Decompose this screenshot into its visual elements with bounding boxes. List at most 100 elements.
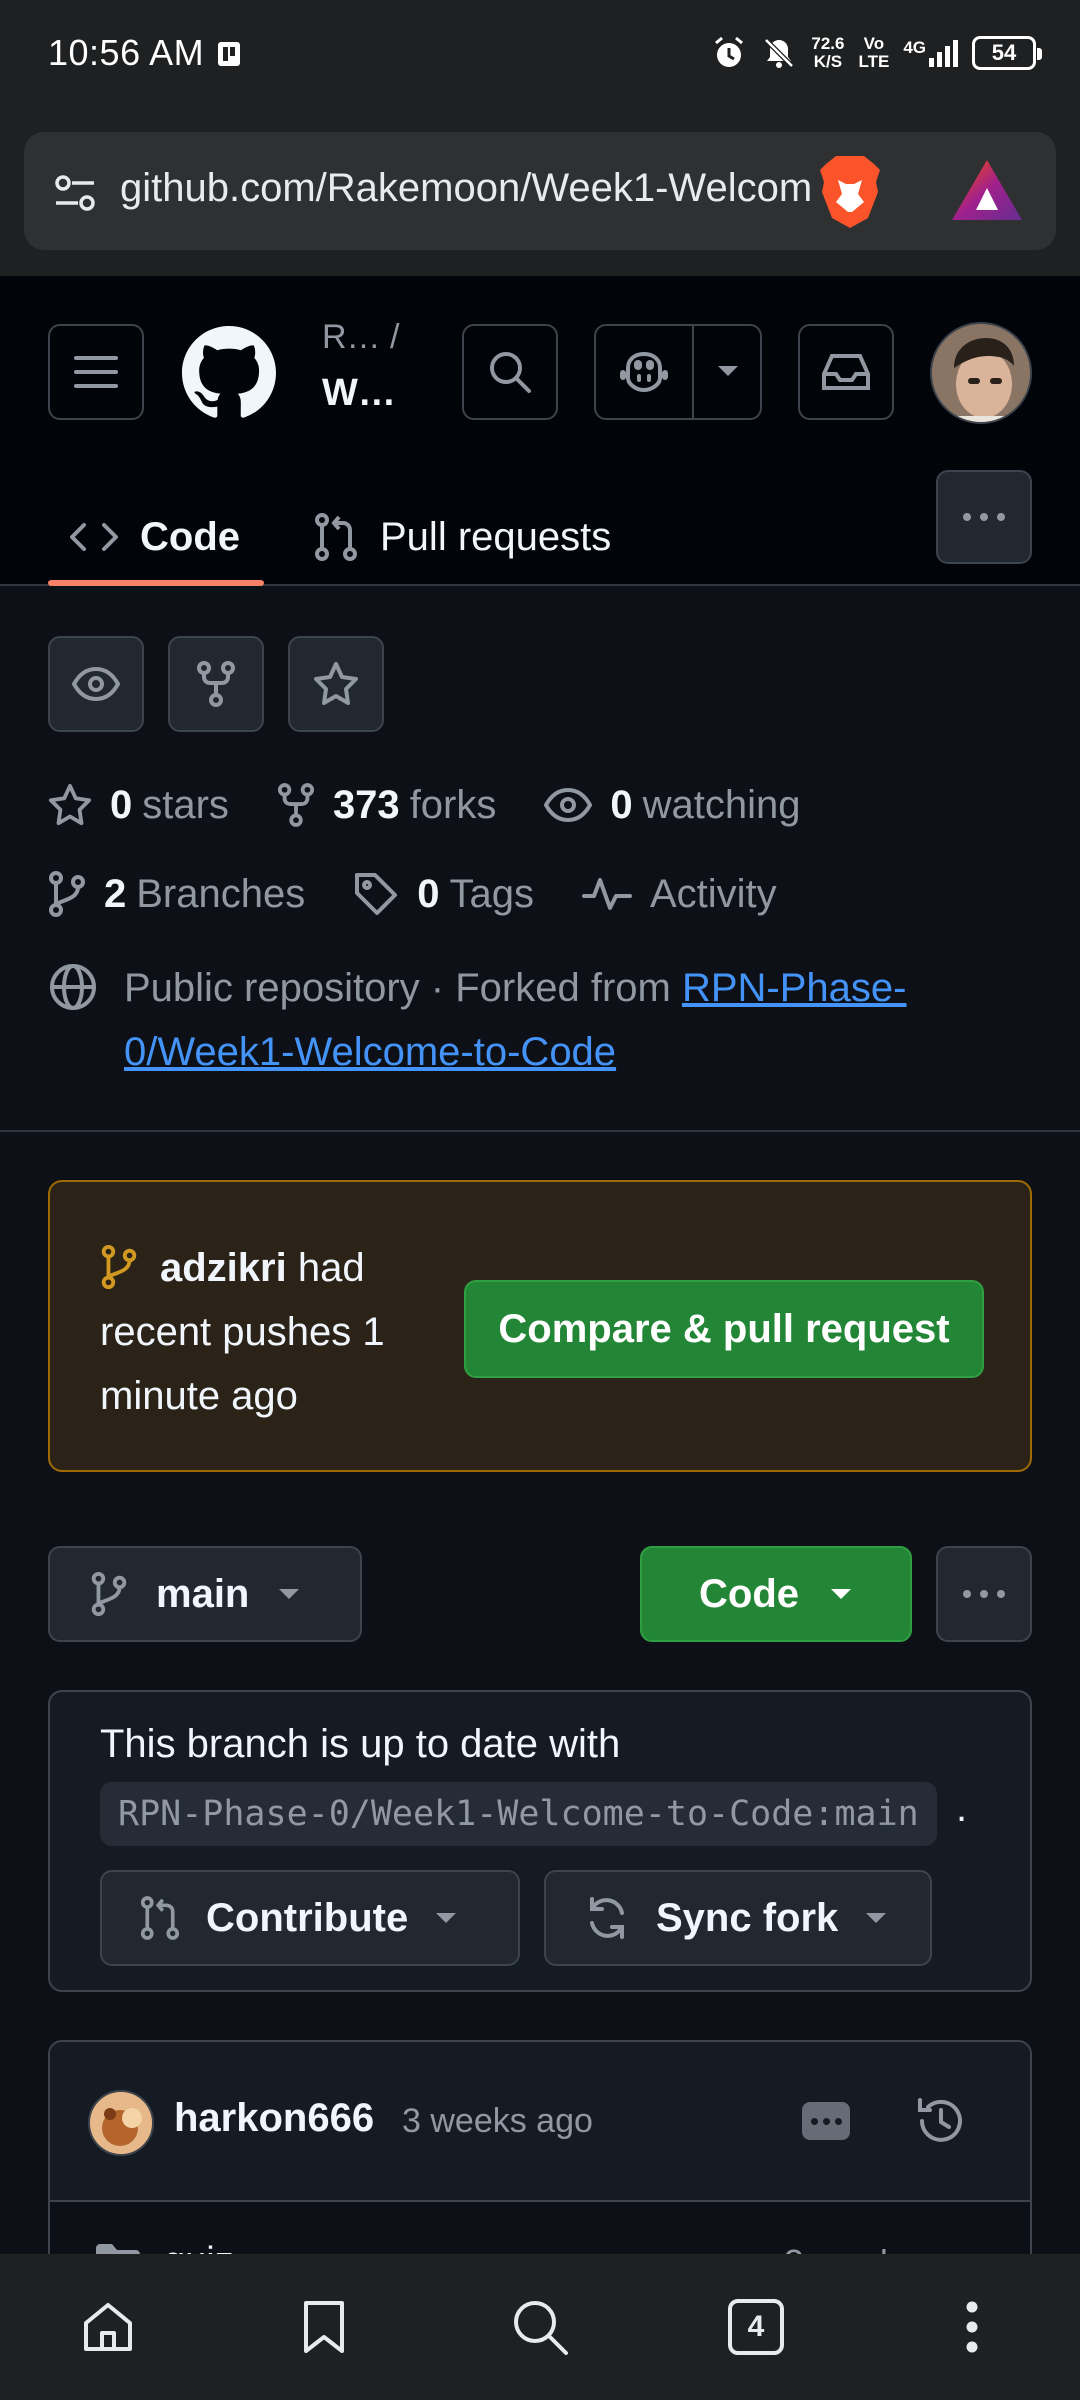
- recent-pushes-banner: adzikri had recent pushes 1 minute ago C…: [48, 1180, 1032, 1472]
- browser-bottom-nav: 4: [0, 2254, 1080, 2400]
- network-type: 4G: [903, 38, 926, 57]
- code-dropdown-button[interactable]: Code: [640, 1546, 912, 1642]
- branch-status-period: .: [956, 1786, 968, 1830]
- status-bar: 10:56 AM 72.6 K/S Vo LTE 4G 54: [0, 0, 1080, 108]
- tabs-button[interactable]: 4: [696, 2267, 816, 2387]
- tags-count: 0: [417, 871, 440, 916]
- tab-code[interactable]: Code: [48, 488, 264, 586]
- tags-label: Tags: [449, 871, 534, 916]
- stars-stat[interactable]: 0 stars: [48, 783, 229, 828]
- copilot-dropdown-icon[interactable]: [716, 364, 740, 378]
- copilot-icon[interactable]: [620, 350, 668, 394]
- branches-label: Branches: [136, 871, 306, 916]
- tag-icon: [355, 873, 398, 915]
- inbox-button[interactable]: [798, 324, 894, 420]
- bookmarks-button[interactable]: [264, 2267, 384, 2387]
- forks-stat[interactable]: 373 forks: [277, 782, 496, 828]
- github-header: R… / W… Code Pull requests: [0, 276, 1080, 586]
- tab-pull-requests[interactable]: Pull requests: [314, 488, 611, 586]
- watch-button[interactable]: [48, 636, 144, 732]
- branch-status-box: This branch is up to date with RPN-Phase…: [48, 1690, 1032, 1992]
- commit-message-toggle[interactable]: [802, 2102, 850, 2140]
- more-tabs-button[interactable]: [936, 470, 1032, 564]
- pull-request-icon: [315, 513, 357, 561]
- kebab-horizontal-icon: [963, 513, 1005, 521]
- brave-shields-icon[interactable]: [814, 152, 886, 232]
- battery-level: 54: [991, 40, 1017, 65]
- push-user[interactable]: adzikri: [160, 1246, 287, 1290]
- compare-pull-request-button[interactable]: Compare & pull request: [464, 1280, 984, 1378]
- visibility-text: Public repository · Forked from: [124, 966, 682, 1010]
- watching-stat[interactable]: 0 watching: [544, 782, 801, 828]
- copilot-divider: [692, 326, 694, 418]
- branches-stat[interactable]: 2 Branches: [48, 870, 305, 918]
- star-icon: [314, 662, 358, 705]
- inbox-icon: [822, 354, 870, 390]
- section-divider: [0, 1130, 1080, 1132]
- browser-toolbar: github.com/Rakemoon/Week1-Welcome-to-Cod…: [0, 108, 1080, 276]
- star-button[interactable]: [288, 636, 384, 732]
- search-button[interactable]: [462, 324, 558, 420]
- contribute-label: Contribute: [206, 1895, 409, 1940]
- browser-menu-button[interactable]: [912, 2267, 1032, 2387]
- fork-icon: [197, 661, 235, 707]
- chevron-down-icon: [436, 1913, 457, 1923]
- tab-pull-requests-label: Pull requests: [380, 514, 612, 559]
- branch-status-text: This branch is up to date with: [100, 1722, 621, 1766]
- volte-top: Vo: [863, 34, 885, 53]
- commit-author-avatar[interactable]: [88, 2090, 154, 2156]
- watching-count: 0: [610, 782, 633, 827]
- tags-stat[interactable]: 0 Tags: [353, 871, 534, 917]
- breadcrumb-repo[interactable]: W…: [322, 372, 396, 415]
- commit-author[interactable]: harkon666: [174, 2096, 374, 2141]
- chevron-down-icon: [831, 1589, 851, 1599]
- code-icon: [70, 523, 118, 551]
- url-bar[interactable]: github.com/Rakemoon/Week1-Welcome-to-Cod…: [24, 132, 1056, 250]
- branches-count: 2: [104, 871, 127, 916]
- forks-label: forks: [409, 782, 497, 827]
- kebab-horizontal-icon: [963, 1590, 1005, 1598]
- url-text[interactable]: github.com/Rakemoon/Week1-Welcome-to-Cod…: [120, 166, 812, 211]
- tab-code-label: Code: [140, 514, 240, 559]
- fork-icon: [277, 783, 314, 827]
- bookmark-icon: [304, 2301, 344, 2353]
- breadcrumb-owner[interactable]: R… /: [322, 318, 399, 357]
- search-icon: [490, 352, 531, 393]
- site-settings-icon[interactable]: [52, 170, 98, 216]
- repo-stats-row-1: 0 stars 373 forks 0 watching: [48, 782, 849, 828]
- eye-icon: [72, 667, 120, 701]
- sync-fork-button[interactable]: Sync fork: [544, 1870, 932, 1966]
- tabs-count: 4: [728, 2299, 784, 2355]
- sync-fork-label: Sync fork: [656, 1895, 839, 1940]
- home-button[interactable]: [48, 2267, 168, 2387]
- notification-app-icon: [216, 40, 242, 68]
- activity-stat[interactable]: Activity: [581, 871, 777, 917]
- menu-button[interactable]: [48, 324, 144, 420]
- contribute-button[interactable]: Contribute: [100, 1870, 520, 1966]
- signal-icon: 4G: [903, 38, 958, 68]
- repo-more-button[interactable]: [936, 1546, 1032, 1642]
- history-icon[interactable]: [914, 2094, 968, 2148]
- globe-icon: [50, 964, 96, 1010]
- volte-bottom: LTE: [858, 52, 890, 71]
- branch-icon: [49, 871, 85, 917]
- branch-selector[interactable]: main: [48, 1546, 362, 1642]
- home-icon: [84, 2303, 132, 2351]
- net-speed-value: 72.6: [811, 34, 845, 53]
- star-icon: [48, 783, 92, 826]
- activity-label: Activity: [649, 871, 777, 916]
- user-avatar[interactable]: [930, 322, 1032, 424]
- status-time: 10:56 AM: [48, 32, 205, 73]
- sync-icon: [590, 1897, 624, 1939]
- watching-label: watching: [642, 782, 801, 827]
- code-button-label: Code: [699, 1571, 799, 1616]
- fork-button[interactable]: [168, 636, 264, 732]
- net-speed: 72.6 K/S: [811, 35, 844, 71]
- brave-rewards-icon[interactable]: [950, 158, 1024, 224]
- status-icons: 72.6 K/S Vo LTE 4G 54: [711, 30, 1042, 76]
- copilot-button-group: [594, 324, 762, 420]
- github-logo-icon[interactable]: [182, 326, 276, 420]
- eye-icon: [544, 788, 593, 822]
- search-nav-button[interactable]: [480, 2267, 600, 2387]
- pull-request-icon: [140, 1896, 180, 1940]
